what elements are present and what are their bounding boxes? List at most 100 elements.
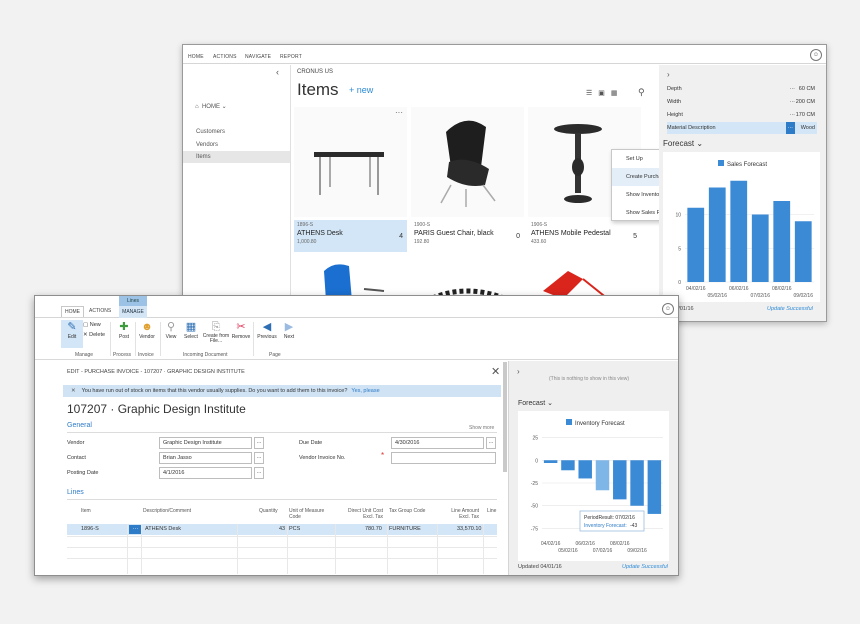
factbox-empty-text: (This is nothing to show in this view)	[549, 376, 630, 382]
cell-quantity: 43	[279, 526, 286, 532]
factbox-row-width: Width ··· 200 CM	[667, 99, 815, 105]
next-button[interactable]: ▶ Next	[278, 320, 300, 340]
col-line: Line	[487, 508, 497, 514]
x-tick-label: 07/02/16	[751, 293, 771, 299]
feedback-smiley-icon[interactable]: ☺	[810, 49, 822, 61]
group-process: Process	[113, 352, 132, 358]
bar	[730, 180, 748, 282]
update-status: Update Successful	[767, 306, 813, 312]
due-date-label: Due Date	[299, 440, 323, 446]
nav-home[interactable]: ⌂ HOME ⌄	[195, 103, 227, 110]
lines-section-header[interactable]: Lines	[67, 489, 84, 496]
nav-item-customers[interactable]: Customers	[183, 126, 290, 138]
contact-label: Contact	[67, 455, 86, 461]
page-title: Items	[297, 80, 339, 99]
legend-swatch	[718, 160, 724, 166]
bar	[578, 460, 592, 479]
select-button[interactable]: ▦ Select	[180, 320, 202, 340]
item-card-paris-chair[interactable]: 1900-S PARIS Guest Chair, black 192.80 0	[411, 107, 524, 245]
bar	[708, 187, 726, 282]
x-tick-label: 05/02/16	[708, 293, 728, 299]
x-tick-label: 06/02/16	[729, 286, 749, 292]
show-more-link[interactable]: Show more	[469, 425, 494, 431]
expand-factbox-icon[interactable]: ›	[517, 367, 520, 376]
vendor-invoice-no-label: Vendor Invoice No.	[299, 455, 346, 461]
previous-button[interactable]: ◀ Previous	[255, 320, 279, 340]
forecast-heading[interactable]: Forecast ⌄	[663, 139, 703, 148]
edit-button[interactable]: ✎ Edit	[61, 320, 83, 348]
new-doc-icon: ▢	[83, 322, 89, 328]
nav-item-vendors[interactable]: Vendors	[183, 139, 290, 151]
remove-button[interactable]: ✂ Remove	[230, 320, 252, 340]
menu-home[interactable]: HOME	[188, 54, 204, 60]
yes-please-link[interactable]: Yes, please	[351, 388, 379, 394]
general-section-header[interactable]: General	[67, 422, 92, 429]
nav-item-items[interactable]: Items	[183, 151, 290, 163]
view-toggle-icons[interactable]: ☰▣▦	[586, 89, 624, 97]
delete-button[interactable]: ✕ Delete	[83, 332, 105, 338]
post-button[interactable]: ✚ Post	[113, 320, 135, 340]
dismiss-icon[interactable]: ✕	[71, 388, 76, 394]
tab-actions[interactable]: ACTIONS	[89, 308, 111, 314]
posting-date-field[interactable]: 4/1/2016	[159, 467, 252, 479]
item-no: 1906-S	[531, 222, 548, 228]
feedback-smiley-icon[interactable]: ☺	[662, 303, 674, 315]
remove-icon: ✂	[236, 321, 246, 333]
posting-date-label: Posting Date	[67, 470, 99, 476]
menu-actions[interactable]: ACTIONS	[213, 54, 237, 60]
col-line-amount: Line Amount Excl. Tax	[451, 508, 479, 520]
col-item: Item	[81, 508, 91, 514]
item-name: ATHENS Mobile Pedestal	[531, 230, 611, 237]
tab-manage[interactable]: MANAGE	[119, 306, 147, 318]
forecast-heading[interactable]: Forecast ⌄	[518, 399, 553, 407]
cell-tax: FURNITURE	[389, 526, 421, 532]
tab-home[interactable]: HOME	[61, 306, 84, 317]
table-row[interactable]: 1896-S ··· ATHENS Desk 43 PCS 780.70 FUR…	[67, 524, 497, 535]
purchase-invoice-window: HOME ACTIONS Lines MANAGE ☺ ✎ Edit ▢ New …	[34, 295, 679, 576]
posting-date-picker[interactable]: ...	[254, 467, 264, 479]
expand-factbox-icon[interactable]: ›	[667, 70, 670, 79]
menu-navigate[interactable]: NAVIGATE	[245, 54, 271, 60]
create-from-file-button[interactable]: ⎘ Create from File...	[202, 320, 230, 344]
bar	[794, 221, 812, 282]
chair-image	[411, 107, 524, 217]
collapse-nav-icon[interactable]: ‹	[276, 67, 279, 77]
vendor-invoice-no-field[interactable]	[391, 452, 496, 464]
item-price: 433.60	[531, 239, 547, 245]
item-card-athens-desk[interactable]: ··· 1896-S ATHENS Desk 1,000.80 4	[294, 107, 407, 252]
arrow-right-icon: ▶	[284, 321, 294, 333]
ribbon: ✎ Edit ▢ New ✕ Delete Manage ✚ Post Proces…	[35, 318, 678, 360]
vendor-field[interactable]: Graphic Design Institute	[159, 437, 252, 449]
invoice-form: EDIT - PURCHASE INVOICE - 107207 · GRAPH…	[35, 361, 507, 575]
y-tick-label: -50	[531, 504, 538, 510]
form-scrollbar[interactable]	[503, 362, 507, 472]
due-date-field[interactable]: 4/30/2016	[391, 437, 484, 449]
contact-lookup-button[interactable]: ...	[254, 452, 264, 464]
menu-report[interactable]: REPORT	[280, 54, 302, 60]
legend-label: Sales Forecast	[727, 162, 767, 168]
due-date-picker[interactable]: ...	[486, 437, 496, 449]
bar	[751, 214, 769, 282]
inventory-forecast-svg: Inventory Forecast 25 0 -25 -50 -75 04/02/16 06…	[531, 419, 663, 554]
more-options-icon[interactable]: ···	[395, 108, 403, 117]
close-icon[interactable]: ✕	[491, 365, 500, 378]
view-button[interactable]: ⚲ View	[160, 320, 182, 340]
contact-field[interactable]: Brian Jasso	[159, 452, 252, 464]
lines-context-label: Lines	[119, 296, 147, 306]
factbox-row-height: Height ··· 170 CM	[667, 112, 815, 118]
x-tick-label: 07/02/16	[593, 548, 613, 554]
vendor-label: Vendor	[67, 440, 85, 446]
bar	[543, 460, 558, 463]
x-tick-label: 06/02/16	[575, 541, 595, 547]
new-item-button[interactable]: + new	[349, 85, 373, 95]
vendor-button[interactable]: ☻ Vendor	[136, 320, 158, 340]
x-tick-label: 09/02/16	[794, 293, 814, 299]
required-asterisk: *	[381, 451, 385, 460]
new-button[interactable]: ▢ New	[83, 322, 101, 328]
search-icon[interactable]: ⚲	[638, 87, 645, 98]
group-page: Page	[269, 352, 281, 358]
item-qty: 4	[399, 233, 403, 240]
bar	[613, 460, 627, 500]
vendor-lookup-button[interactable]: ...	[254, 437, 264, 449]
factbox-row-material[interactable]: Material Description ··· Wood	[667, 122, 817, 134]
